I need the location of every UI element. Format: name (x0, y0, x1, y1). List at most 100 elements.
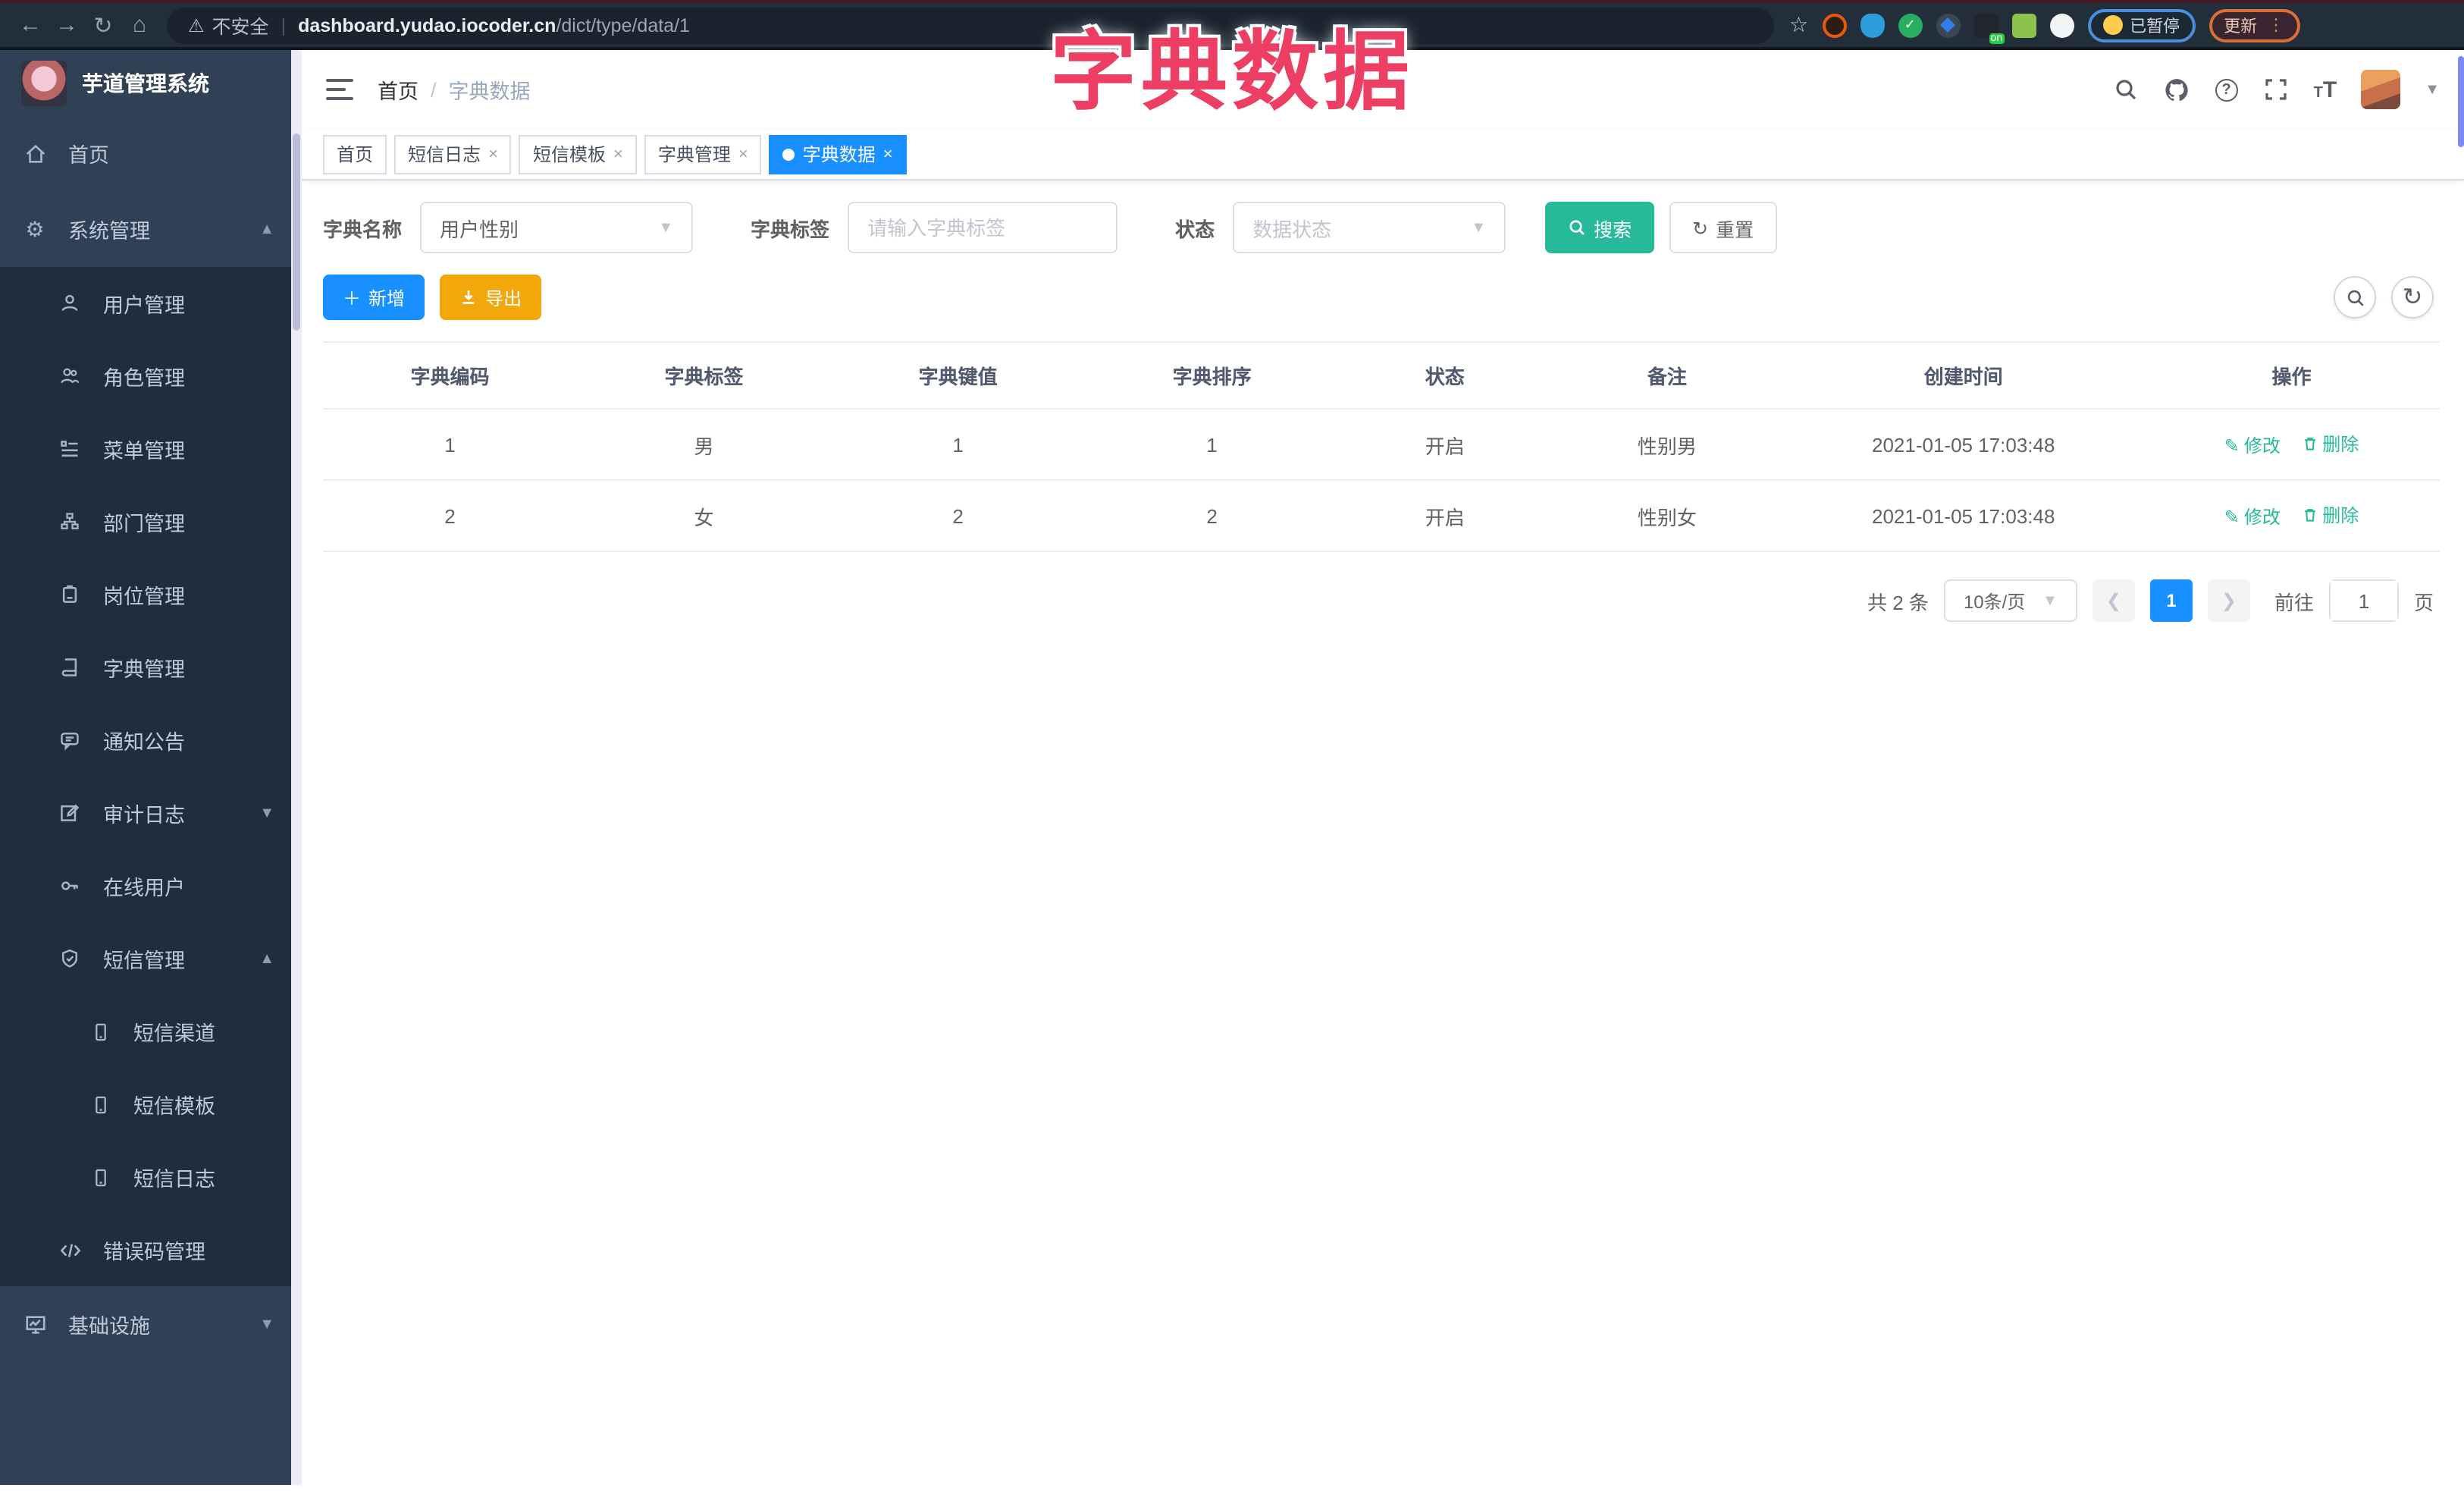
sidebar-item-sms-log[interactable]: 短信日志 (0, 1141, 302, 1213)
close-icon[interactable]: × (488, 145, 498, 163)
add-button[interactable]: ＋ 新增 (323, 275, 425, 320)
cell-created: 2021-01-05 17:03:48 (1783, 480, 2144, 552)
sidebar-item-label: 部门管理 (103, 513, 185, 535)
chevron-down-icon: ▼ (259, 1316, 274, 1332)
sidebar-item-infrastructure[interactable]: 基础设施 ▼ (0, 1286, 302, 1362)
extension-icon-green-check[interactable]: ✓ (1898, 13, 1923, 37)
dict-tag-input-wrap (848, 202, 1118, 253)
edit-link[interactable]: ✎ 修改 (2224, 504, 2281, 530)
chevron-down-icon: ▼ (1471, 219, 1487, 236)
url-host: dashboard.yudao.iocoder.cn (298, 14, 556, 36)
col-dict-sort: 字典排序 (1085, 341, 1340, 410)
browser-home-icon[interactable]: ⌂ (121, 12, 158, 38)
address-bar[interactable]: ⚠ 不安全 | dashboard.yudao.iocoder.cn /dict… (167, 7, 1774, 43)
cell-value: 2 (831, 480, 1086, 552)
sidebar-item-sms-channel[interactable]: 短信渠道 (0, 995, 302, 1068)
id-badge-icon (58, 582, 82, 607)
sidebar-item-errcode-mgmt[interactable]: 错误码管理 (0, 1213, 302, 1286)
tag-dict-data[interactable]: 字典数据 × (769, 134, 907, 174)
close-icon[interactable]: × (738, 145, 748, 163)
export-button[interactable]: 导出 (440, 275, 542, 320)
sidebar-item-system[interactable]: ⚙ 系统管理 ▲ (0, 191, 302, 267)
sidebar-item-dict-mgmt[interactable]: 字典管理 (0, 631, 302, 704)
goto-page-input[interactable] (2330, 581, 2397, 620)
sidebar-item-notice[interactable]: 通知公告 (0, 704, 302, 777)
security-label: 不安全 (212, 17, 269, 38)
browser-reload-icon[interactable]: ↻ (85, 11, 121, 39)
delete-link[interactable]: 删除 (2301, 431, 2359, 457)
refresh-table-button[interactable]: ↻ (2391, 276, 2434, 319)
page-size-select[interactable]: 10条/页 ▼ (1943, 579, 2077, 622)
fullscreen-icon[interactable] (2262, 76, 2290, 103)
profile-paused-badge[interactable]: 已暂停 (2087, 8, 2196, 42)
extension-icon-on-badge[interactable]: on (1973, 13, 2005, 43)
edit-link[interactable]: ✎ 修改 (2224, 433, 2281, 459)
goto-unit-label: 页 (2413, 591, 2434, 614)
total-count: 共 2 条 (1867, 591, 1929, 614)
help-icon[interactable]: ? (2215, 78, 2238, 101)
sidebar-item-role-mgmt[interactable]: 角色管理 (0, 340, 302, 413)
close-icon[interactable]: × (613, 145, 623, 163)
bookmark-star-icon[interactable]: ☆ (1789, 12, 1808, 38)
browser-update-button[interactable]: 更新 ⋮ (2209, 8, 2300, 42)
app-logo-row[interactable]: 芋道管理系统 (0, 50, 302, 115)
cell-status: 开启 (1339, 409, 1551, 481)
page-number-button[interactable]: 1 (2149, 579, 2193, 622)
breadcrumb-home[interactable]: 首页 (378, 74, 419, 105)
app-header: 首页 / 字典数据 ? TT ▼ (302, 50, 2464, 129)
chevron-down-icon[interactable]: ▼ (2425, 81, 2440, 98)
col-dict-label: 字典标签 (577, 341, 832, 410)
toggle-search-button[interactable] (2334, 276, 2376, 319)
delete-link[interactable]: 删除 (2301, 502, 2359, 528)
avatar[interactable] (2361, 70, 2401, 109)
table-header-row: 字典编码 字典标签 字典键值 字典排序 状态 备注 创建时间 操作 (323, 341, 2440, 410)
sidebar-item-label: 字典管理 (103, 658, 185, 681)
status-select[interactable]: 数据状态 ▼ (1233, 202, 1506, 253)
sidebar-item-online-users[interactable]: 在线用户 (0, 849, 302, 922)
sidebar-item-sms-template[interactable]: 短信模板 (0, 1068, 302, 1141)
sidebar-item-menu-mgmt[interactable]: 菜单管理 (0, 413, 302, 485)
extension-icon-blue-drop[interactable] (1860, 13, 1885, 37)
tag-sms-template[interactable]: 短信模板 × (519, 134, 637, 174)
col-dict-code: 字典编码 (323, 341, 578, 410)
table-row: 2 女 2 2 开启 性别女 2021-01-05 17:03:48 ✎ 修改 删… (323, 480, 2440, 552)
audit-edit-icon (58, 801, 82, 825)
font-size-icon[interactable]: TT (2314, 77, 2337, 102)
dict-name-select[interactable]: 用户性别 ▼ (420, 202, 694, 253)
reset-button[interactable]: ↻ 重置 (1669, 202, 1777, 253)
app-logo (21, 60, 67, 105)
status-label: 状态 (1175, 218, 1215, 240)
user-icon (58, 291, 82, 315)
sidebar-collapse-icon[interactable] (326, 79, 353, 100)
browser-forward-icon[interactable]: → (49, 12, 85, 38)
search-icon[interactable] (2112, 76, 2140, 103)
chevron-up-icon: ▲ (259, 950, 274, 967)
tag-home[interactable]: 首页 (323, 134, 387, 174)
sidebar-item-sms-mgmt[interactable]: 短信管理 ▲ (0, 922, 302, 995)
dict-tag-input[interactable] (867, 216, 1099, 239)
close-icon[interactable]: × (883, 145, 893, 163)
home-icon (23, 141, 47, 165)
search-button[interactable]: 搜索 (1545, 202, 1655, 253)
sidebar-item-audit-log[interactable]: 审计日志 ▼ (0, 777, 302, 849)
sidebar-item-home[interactable]: 首页 (0, 115, 302, 191)
extensions-puzzle-icon[interactable] (2049, 13, 2074, 37)
browser-back-icon[interactable]: ← (12, 12, 49, 38)
sidebar-item-dept-mgmt[interactable]: 部门管理 (0, 485, 302, 558)
browser-menu-kebab-icon[interactable]: ⋮ (2268, 15, 2284, 35)
extension-icon-orange[interactable] (1822, 13, 1847, 37)
github-icon[interactable] (2164, 76, 2191, 103)
page-scrollbar-thumb[interactable] (2458, 56, 2464, 147)
tag-dict-mgmt[interactable]: 字典管理 × (644, 134, 762, 174)
sidebar-scrollbar[interactable] (291, 50, 302, 1485)
extension-icon-green-puzzle[interactable] (2011, 13, 2036, 37)
next-page-button[interactable]: ❯ (2207, 579, 2250, 622)
col-remark: 备注 (1550, 341, 1784, 410)
tag-sms-log[interactable]: 短信日志 × (394, 134, 512, 174)
extension-icon-blue-diamond[interactable] (1936, 13, 1961, 37)
phone-icon (88, 1165, 112, 1189)
sidebar-item-post-mgmt[interactable]: 岗位管理 (0, 558, 302, 631)
sidebar-item-user-mgmt[interactable]: 用户管理 (0, 267, 302, 340)
sidebar-item-label: 短信日志 (133, 1168, 215, 1191)
prev-page-button[interactable]: ❮ (2092, 579, 2135, 622)
